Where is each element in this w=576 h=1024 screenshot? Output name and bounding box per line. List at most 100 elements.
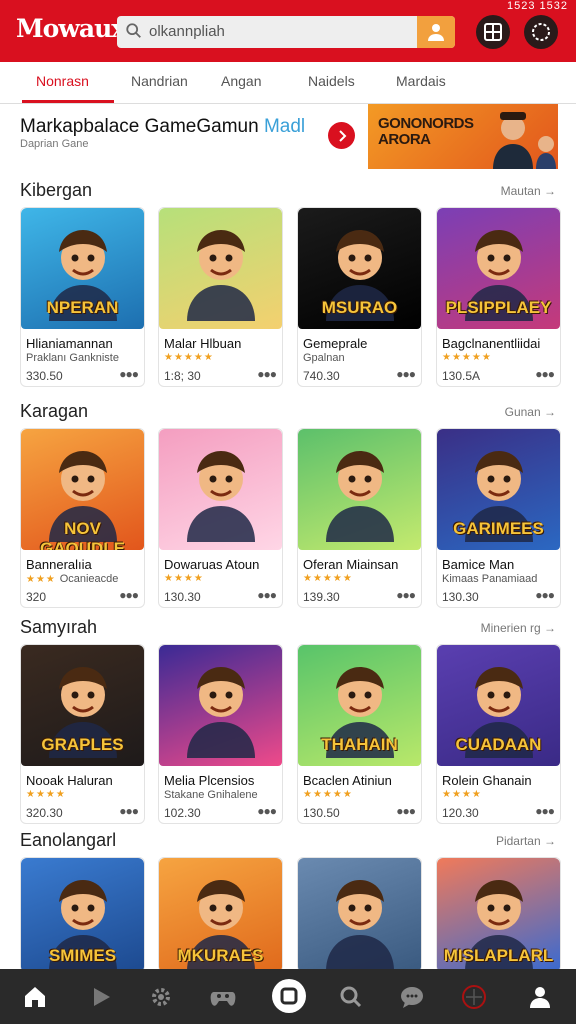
rating-stars: ★★★★ bbox=[442, 789, 482, 800]
play-icon[interactable] bbox=[87, 983, 115, 1011]
game-logo-text: NOV GAOUDLE bbox=[40, 519, 125, 550]
more-options-icon[interactable]: ●●● bbox=[119, 804, 139, 818]
rating-stars: ★★★★ bbox=[164, 573, 204, 584]
game-price: 130.30 bbox=[164, 590, 201, 604]
rating-stars: ★★★★ bbox=[26, 789, 66, 800]
game-title: Banneralıia bbox=[26, 557, 92, 572]
game-thumbnail bbox=[159, 429, 282, 550]
tab-nonrasn[interactable]: Nonrasn bbox=[36, 73, 89, 89]
see-more-label: Minerien rg bbox=[480, 621, 541, 635]
stars-glyphs: ★★★ bbox=[26, 574, 56, 585]
settings-ring-button[interactable] bbox=[524, 15, 558, 49]
more-options-icon[interactable]: ●●● bbox=[119, 588, 139, 602]
game-price: 1:8; 30 bbox=[164, 369, 201, 383]
game-thumbnail bbox=[298, 858, 421, 971]
search-bar[interactable]: olkannpliah bbox=[117, 16, 455, 48]
tab-mardais[interactable]: Mardais bbox=[396, 73, 446, 89]
game-card[interactable]: NPERAN Hlianiamannan Praklanı Gankniste 330… bbox=[20, 207, 145, 387]
promo-banner-text: GONONORDS ARORA bbox=[378, 115, 474, 148]
game-logo-text: CUADAAN bbox=[455, 735, 542, 754]
chat-icon[interactable] bbox=[398, 983, 426, 1011]
app-logo[interactable]: Mowaux bbox=[16, 14, 126, 43]
game-thumbnail: CUADAAN bbox=[437, 645, 560, 766]
game-card[interactable]: Melia Plcensios Stakane Gnihalene 102.30 ●●… bbox=[158, 644, 283, 824]
game-thumbnail: NPERAN bbox=[21, 208, 144, 329]
section-see-more-link[interactable]: Mautan → bbox=[501, 184, 556, 198]
rating-stars: ★★★★★ bbox=[442, 352, 492, 363]
promo-next-button[interactable] bbox=[328, 122, 355, 149]
game-thumbnail bbox=[159, 208, 282, 329]
more-options-icon[interactable]: ●●● bbox=[257, 804, 277, 818]
promo-banner[interactable]: GONONORDS ARORA bbox=[368, 104, 558, 169]
section-see-more-link[interactable]: Pidartan → bbox=[496, 834, 556, 848]
more-options-icon[interactable]: ●●● bbox=[257, 367, 277, 381]
game-card[interactable]: MSURAO Gemeprale Gpalnan 740.30 ●●● bbox=[297, 207, 422, 387]
active-tab-indicator bbox=[22, 100, 114, 103]
top-app-bar: 1523 1532 Mowaux olkannpliah bbox=[0, 0, 576, 62]
game-card[interactable]: GRAPLES Nooak Haluran ★★★★ 320.30 ●●● bbox=[20, 644, 145, 824]
game-title: Oferan Miainsan bbox=[303, 557, 399, 572]
gear-icon[interactable] bbox=[147, 983, 175, 1011]
search-input[interactable]: olkannpliah bbox=[149, 23, 225, 40]
game-card[interactable] bbox=[297, 857, 422, 972]
developer-label: Ocanieacde bbox=[59, 573, 119, 585]
game-card[interactable]: MKURAES bbox=[158, 857, 283, 972]
developer-label: Gpalnan bbox=[303, 352, 345, 364]
developer-label: Kimaas Panamiaad bbox=[442, 573, 538, 585]
tab-nandrian[interactable]: Nandrian bbox=[131, 73, 188, 89]
game-card[interactable]: Dowaruas Atoun ★★★★ 130.30 ●●● bbox=[158, 428, 283, 608]
user-icon bbox=[428, 24, 444, 41]
character-illustration bbox=[187, 667, 255, 758]
more-options-icon[interactable]: ●●● bbox=[396, 588, 416, 602]
game-card[interactable]: Oferan Miainsan ★★★★★ 139.30 ●●● bbox=[297, 428, 422, 608]
more-options-icon[interactable]: ●●● bbox=[119, 367, 139, 381]
game-card[interactable]: MISLAPLARL bbox=[436, 857, 561, 972]
more-options-icon[interactable]: ●●● bbox=[257, 588, 277, 602]
more-options-icon[interactable]: ●●● bbox=[535, 804, 555, 818]
game-card[interactable]: Malar Hlbuan ★★★★★ 1:8; 30 ●●● bbox=[158, 207, 283, 387]
home-icon[interactable] bbox=[21, 983, 49, 1011]
stars-glyphs: ★★★★ bbox=[26, 789, 66, 800]
arrow-right-icon: → bbox=[544, 834, 556, 848]
tab-angan[interactable]: Angan bbox=[221, 73, 261, 89]
search-icon[interactable] bbox=[337, 983, 365, 1011]
account-button[interactable] bbox=[417, 16, 455, 48]
more-options-icon[interactable]: ●●● bbox=[535, 588, 555, 602]
game-thumbnail bbox=[159, 645, 282, 766]
game-logo-text: GRAPLES bbox=[41, 735, 124, 754]
gamepad-icon[interactable] bbox=[209, 983, 237, 1011]
game-card[interactable]: PLSIPPLAEY Bagclnanentliidai ★★★★★ 130.5A ●●… bbox=[436, 207, 561, 387]
category-tabs: Nonrasn Nandrian Angan Naidels Mardais bbox=[0, 62, 576, 104]
developer-label: Stakane Gnihalene bbox=[164, 789, 258, 801]
game-logo-text: MISLAPLARL bbox=[443, 946, 554, 965]
game-card[interactable]: SMIMES bbox=[20, 857, 145, 972]
stop-icon[interactable] bbox=[272, 979, 306, 1013]
game-price: 130.50 bbox=[303, 806, 340, 820]
promo-subtitle: Daprian Gane bbox=[20, 138, 89, 150]
game-title: Bcaclen Atiniun bbox=[303, 773, 392, 788]
grid-menu-button[interactable] bbox=[476, 15, 510, 49]
developer-label: Praklanı Gankniste bbox=[26, 352, 119, 364]
game-card[interactable]: THAHAIN Bcaclen Atiniun ★★★★★ 130.50 ●●● bbox=[297, 644, 422, 824]
game-thumbnail: GRAPLES bbox=[21, 645, 144, 766]
more-options-icon[interactable]: ●●● bbox=[535, 367, 555, 381]
grid-icon bbox=[484, 23, 502, 41]
chevron-right-icon bbox=[338, 129, 346, 142]
section-see-more-link[interactable]: Minerien rg → bbox=[481, 621, 556, 635]
section-see-more-link[interactable]: Gunan → bbox=[505, 405, 556, 419]
stars-glyphs: ★★★★ bbox=[442, 789, 482, 800]
game-card[interactable]: GARIMEES Bamice Man Kimaas Panamiaad 130.30… bbox=[436, 428, 561, 608]
game-price: 120.30 bbox=[442, 806, 479, 820]
game-thumbnail: NOV GAOUDLE bbox=[21, 429, 144, 550]
game-card[interactable]: CUADAAN Rolein Ghanain ★★★★ 120.30 ●●● bbox=[436, 644, 561, 824]
more-options-icon[interactable]: ●●● bbox=[396, 804, 416, 818]
crosshair-icon[interactable] bbox=[460, 983, 488, 1011]
game-title: Hlianiamannan bbox=[26, 336, 113, 351]
game-thumbnail bbox=[298, 429, 421, 550]
more-options-icon[interactable]: ●●● bbox=[396, 367, 416, 381]
profile-icon[interactable] bbox=[526, 983, 554, 1011]
section-title: Samyırah bbox=[20, 617, 98, 637]
tab-naidels[interactable]: Naidels bbox=[308, 73, 355, 89]
see-more-label: Pidartan bbox=[495, 834, 541, 848]
game-card[interactable]: NOV GAOUDLE Banneralıia ★★★ Ocanieacde 320 ●… bbox=[20, 428, 145, 608]
